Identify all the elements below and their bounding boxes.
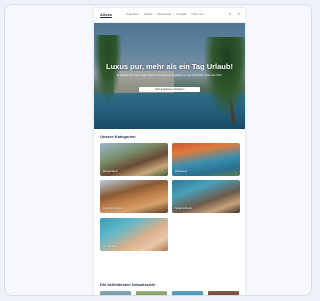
nav-link-contact[interactable]: Kontakt — [176, 12, 186, 16]
category-label: Strandurlaub — [175, 206, 193, 210]
destination-thumbnail[interactable] — [136, 291, 167, 295]
category-card[interactable]: Strandurlaub — [172, 180, 240, 213]
preview-card: Allsea Angebote Hotels Reiseziele Kontak… — [4, 4, 312, 296]
destination-thumbnail[interactable] — [172, 291, 203, 295]
site-logo[interactable]: Allsea — [100, 12, 112, 17]
user-icon[interactable]: ☺ — [237, 11, 241, 16]
hero-cta-button[interactable]: Jetzt Angebote entdecken — [139, 87, 200, 92]
category-label: Wellness — [175, 169, 188, 173]
nav-link-about[interactable]: Über uns — [191, 12, 203, 16]
website-preview: Allsea Angebote Hotels Reiseziele Kontak… — [94, 8, 245, 295]
nav-link-offers[interactable]: Angebote — [126, 12, 139, 16]
hero-title: Luxus pur, mehr als ein Tag Urlaub! — [106, 62, 233, 71]
categories-title: Unsere Kategorien — [100, 134, 136, 139]
category-card[interactable]: Familienhotels — [100, 180, 168, 213]
hero-banner: Luxus pur, mehr als ein Tag Urlaub! Entd… — [94, 23, 245, 129]
nav-link-hotels[interactable]: Hotels — [144, 12, 153, 16]
category-card[interactable]: Romantik — [100, 218, 168, 251]
nav-icons: ⌕ ☺ — [229, 11, 241, 16]
featured-title: Die beliebtesten Urlaubsziele — [100, 282, 156, 287]
search-icon[interactable]: ⌕ — [229, 11, 233, 16]
category-label: Romantik — [103, 244, 116, 248]
hero-subtitle: Entdecken Sie traumhafte Hotels und exkl… — [116, 74, 223, 77]
nav-link-destinations[interactable]: Reiseziele — [157, 12, 171, 16]
category-card[interactable]: Wellness — [172, 143, 240, 176]
category-card[interactable]: Bergurlaub — [100, 143, 168, 176]
destination-thumbnail[interactable] — [100, 291, 131, 295]
destination-thumbnail[interactable] — [208, 291, 239, 295]
category-label: Familienhotels — [103, 206, 123, 210]
category-label: Bergurlaub — [103, 169, 118, 173]
top-navbar: Allsea Angebote Hotels Reiseziele Kontak… — [94, 8, 245, 23]
nav-links: Angebote Hotels Reiseziele Kontakt Über … — [126, 12, 204, 16]
